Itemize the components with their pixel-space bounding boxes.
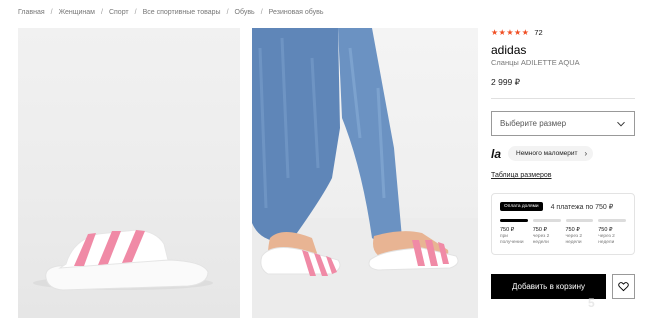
add-to-favorites-button[interactable]: [612, 274, 635, 299]
product-photo-slide[interactable]: [252, 28, 478, 318]
size-select-placeholder: Выберите размер: [500, 119, 567, 128]
installment-payment: 750 ₽ при получении: [500, 227, 528, 246]
size-table-link[interactable]: Таблица размеров: [491, 172, 552, 179]
fit-hint-label: Немного маломерит: [516, 150, 578, 157]
installment-bar: [500, 219, 528, 222]
la-logo: la: [491, 146, 502, 161]
product-rating[interactable]: ★★★★★ 72: [491, 28, 543, 37]
chevron-down-icon: [617, 121, 625, 127]
breadcrumb: Главная / Женщинам / Спорт / Все спортив…: [18, 9, 324, 16]
breadcrumb-item-sport[interactable]: Спорт: [109, 9, 129, 16]
installment-bar: [532, 219, 561, 222]
installment-summary: 4 платежа по 750 ₽: [550, 203, 614, 211]
installment-when: через 2 недели: [598, 234, 615, 245]
heart-icon: [618, 282, 629, 292]
installment-payment: 750 ₽ через 2 недели: [598, 227, 626, 246]
size-select[interactable]: Выберите размер: [491, 111, 635, 136]
installment-amount: 750 ₽: [500, 227, 515, 233]
installment-when: через 2 недели: [532, 234, 550, 245]
watermark: 5: [588, 296, 595, 310]
fit-row: la Немного маломерит ›: [491, 146, 594, 161]
breadcrumb-item-rubber-shoes[interactable]: Резиновая обувь: [269, 9, 324, 16]
breadcrumb-item-all-sport-goods[interactable]: Все спортивные товары: [143, 9, 221, 16]
breadcrumb-separator: /: [260, 9, 263, 16]
breadcrumb-separator: /: [134, 9, 137, 16]
fit-hint-button[interactable]: Немного маломерит ›: [508, 146, 594, 161]
breadcrumb-item-shoes[interactable]: Обувь: [235, 9, 255, 16]
installment-bar: [565, 219, 594, 222]
installment-badge: Оплата долями: [500, 202, 543, 211]
rating-stars-icon: ★★★★★: [491, 28, 530, 37]
product-photo-slide[interactable]: [18, 28, 240, 318]
product-model: Сланцы ADILETTE AQUA: [491, 58, 580, 67]
installment-payment: 750 ₽ через 2 недели: [566, 227, 594, 246]
breadcrumb-separator: /: [50, 9, 53, 16]
installment-widget[interactable]: Оплата долями 4 платежа по 750 ₽ 750 ₽ п…: [491, 193, 635, 255]
rating-count: 72: [534, 28, 543, 37]
divider: [491, 98, 635, 99]
product-gallery: [18, 28, 478, 318]
breadcrumb-separator: /: [101, 9, 103, 16]
installment-progress: [500, 219, 626, 222]
installment-payment: 750 ₽ через 2 недели: [533, 227, 561, 246]
installment-amount: 750 ₽: [532, 227, 547, 233]
chevron-right-icon: ›: [584, 149, 588, 158]
breadcrumb-separator: /: [226, 9, 229, 16]
installment-when: при получении: [500, 234, 524, 245]
installment-amount: 750 ₽: [598, 227, 613, 233]
installment-amount: 750 ₽: [565, 227, 580, 233]
breadcrumb-item-home[interactable]: Главная: [18, 9, 45, 16]
breadcrumb-item-women[interactable]: Женщинам: [59, 9, 95, 16]
installment-bar: [598, 219, 626, 222]
installment-when: через 2 недели: [565, 234, 583, 245]
product-price: 2 999 ₽: [491, 77, 521, 87]
product-brand[interactable]: adidas: [491, 43, 526, 57]
